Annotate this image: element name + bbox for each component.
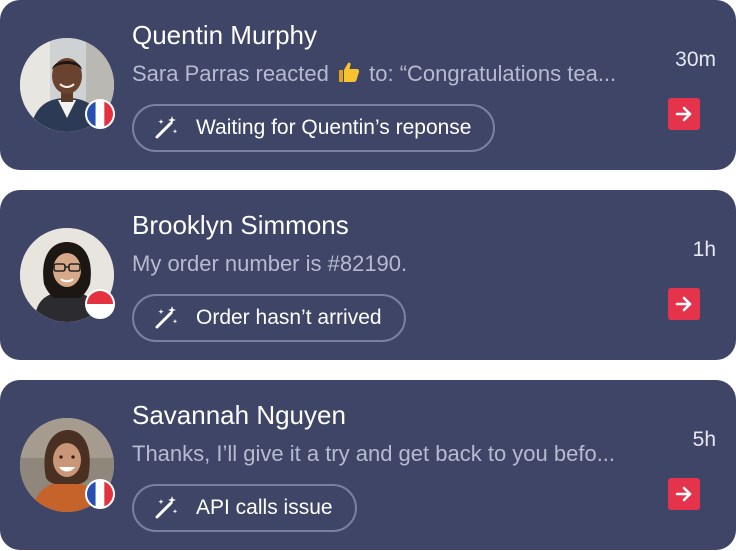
flag-indonesia-icon	[85, 289, 115, 319]
arrow-right-icon	[675, 296, 692, 312]
flag-france-icon	[85, 479, 115, 509]
status-tag-label: API calls issue	[196, 496, 333, 519]
thumbs-up-icon	[337, 60, 361, 84]
contact-name: Quentin Murphy	[132, 20, 317, 50]
timestamp: 5h	[692, 428, 716, 451]
flag-france-icon	[85, 99, 115, 129]
arrow-right-icon	[675, 106, 692, 122]
timestamp: 30m	[675, 48, 716, 71]
status-tag-label: Order hasn’t arrived	[196, 306, 382, 329]
status-tag[interactable]: Order hasn’t arrived	[132, 294, 406, 342]
magic-wand-icon	[155, 496, 178, 519]
open-conversation-button[interactable]	[668, 98, 700, 130]
contact-name: Savannah Nguyen	[132, 400, 346, 430]
magic-wand-icon	[155, 306, 178, 329]
message-preview: Sara Parras reacted to: “Congratulations…	[132, 59, 656, 89]
magic-wand-icon	[155, 116, 178, 139]
status-tag[interactable]: API calls issue	[132, 484, 357, 532]
status-tag[interactable]: Waiting for Quentin’s reponse	[132, 104, 496, 152]
open-conversation-button[interactable]	[668, 478, 700, 510]
message-preview: Thanks, I’ll give it a try and get back …	[132, 441, 616, 466]
arrow-right-icon	[675, 486, 692, 502]
timestamp: 1h	[692, 238, 716, 261]
preview-prefix: Sara Parras reacted	[132, 61, 329, 86]
open-conversation-button[interactable]	[668, 288, 700, 320]
message-preview: My order number is #82190.	[132, 251, 408, 276]
status-tag-label: Waiting for Quentin’s reponse	[196, 116, 472, 139]
conversation-card[interactable]: Quentin Murphy Sara Parras reacted to: “…	[0, 0, 736, 170]
conversation-card[interactable]: Savannah Nguyen Thanks, I’ll give it a t…	[0, 380, 736, 550]
contact-name: Brooklyn Simmons	[132, 210, 349, 240]
conversation-card[interactable]: Brooklyn Simmons My order number is #821…	[0, 190, 736, 360]
preview-suffix: to: “Congratulations tea...	[369, 61, 617, 86]
